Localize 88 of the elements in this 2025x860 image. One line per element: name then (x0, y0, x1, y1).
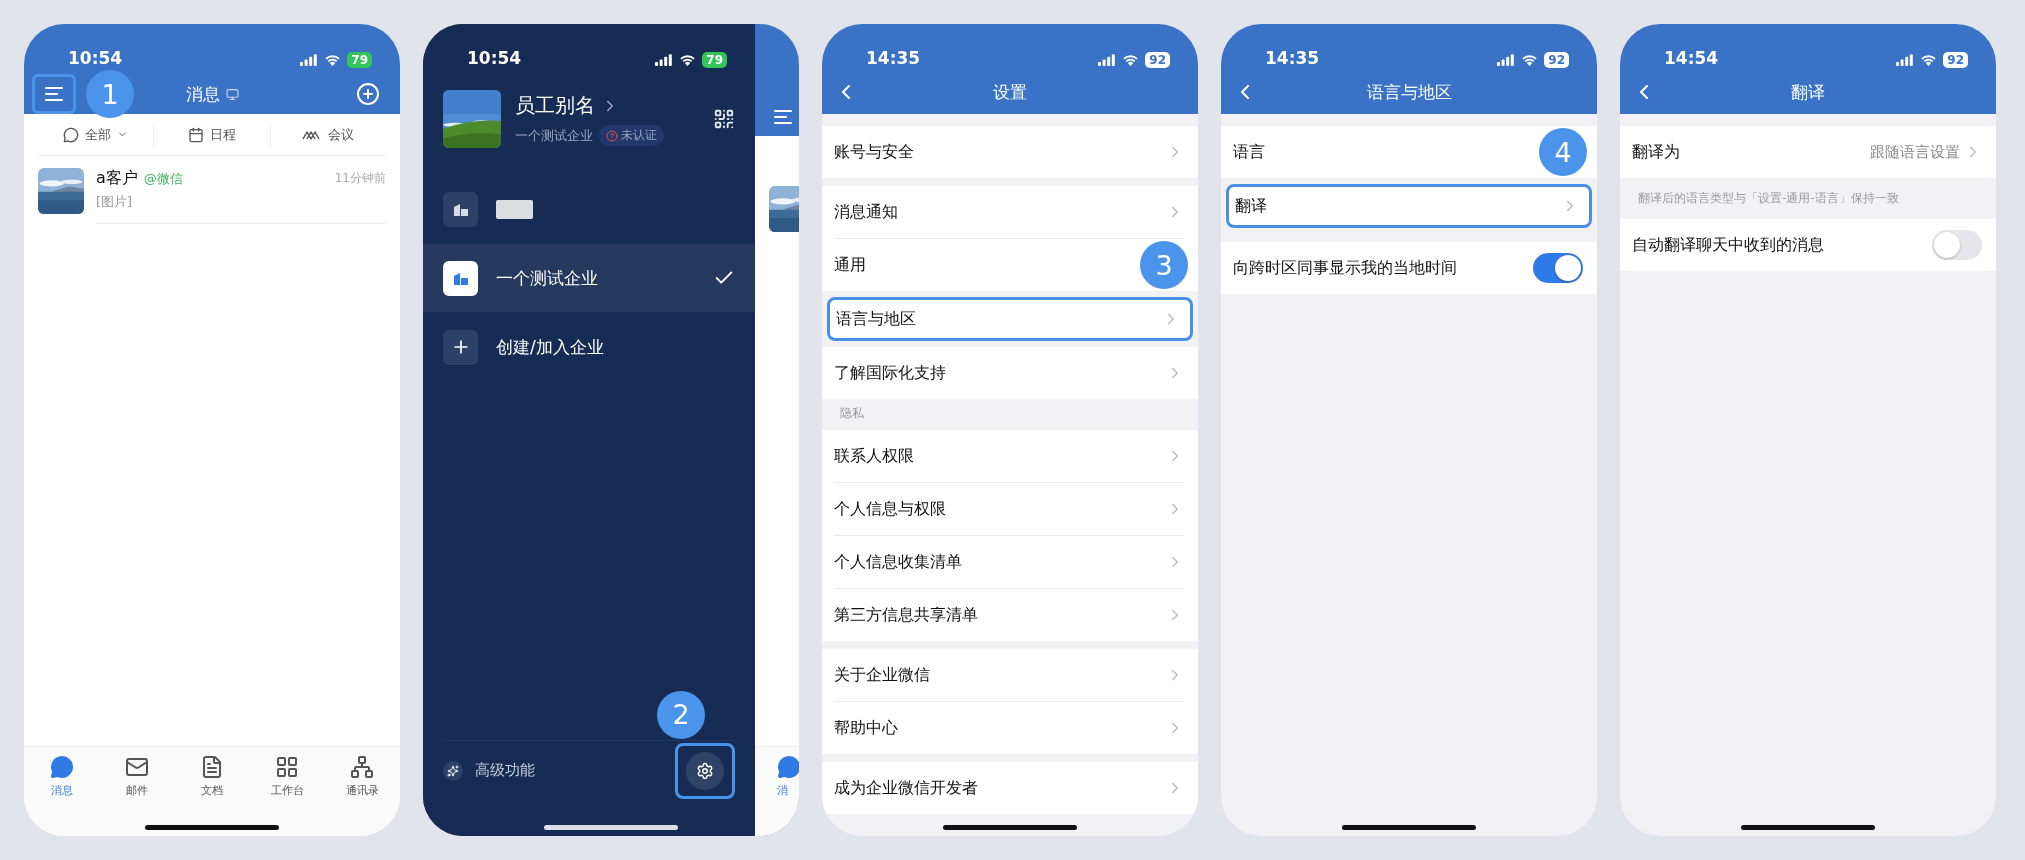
wifi-icon (1521, 54, 1539, 66)
calendar-icon (188, 126, 204, 143)
settings-row[interactable]: 翻译为 跟随语言设置 (1620, 126, 1996, 178)
row-value: 跟随语言设置 (1870, 142, 1960, 162)
settings-row[interactable]: 自动翻译聊天中收到的消息 (1620, 219, 1996, 271)
advanced-features-link[interactable]: 高级功能 (443, 760, 535, 781)
settings-row[interactable]: 个人信息收集清单 (822, 536, 1198, 588)
profile-name-link[interactable]: 员工别名 (515, 92, 619, 119)
chat-preview: [图片] (96, 193, 134, 211)
battery-level: 92 (1145, 52, 1170, 68)
battery-level: 92 (1544, 52, 1569, 68)
settings-row[interactable]: 联系人权限 (822, 430, 1198, 482)
step-badge: 2 (657, 690, 705, 739)
building-icon (452, 271, 469, 285)
screen-title: 设置 (993, 80, 1027, 104)
wifi-icon (1122, 54, 1140, 66)
screen-title: 语言与地区 (1366, 80, 1452, 104)
tab-item[interactable]: 文档 (174, 755, 250, 801)
question-icon (606, 129, 618, 142)
screen-title: 消息 (185, 82, 220, 106)
wifi-icon (679, 54, 697, 66)
signal-icon (1896, 54, 1915, 66)
org-chart-icon (350, 755, 375, 779)
qr-code-icon[interactable] (713, 108, 735, 130)
chat-name: a客户 (96, 168, 138, 189)
settings-button[interactable] (675, 742, 735, 799)
wifi-icon (1920, 54, 1938, 66)
settings-row[interactable]: 第三方信息共享清单 (822, 589, 1198, 641)
signal-icon (300, 54, 319, 66)
signal-icon (655, 54, 674, 66)
settings-row[interactable]: 帮助中心 (822, 702, 1198, 754)
toggle-switch[interactable] (1533, 253, 1583, 283)
section-header: 隐私 (839, 405, 865, 422)
menu-icon (45, 87, 63, 101)
battery-level: 79 (702, 52, 727, 68)
settings-row[interactable]: 账号与安全 (822, 126, 1198, 178)
hint-text: 翻译后的语言类型与「设置-通用-语言」保持一致 (1637, 190, 1900, 207)
status-time: 10:54 (68, 48, 123, 68)
envelope-icon (124, 755, 149, 779)
filter-tab[interactable]: 全部 (38, 122, 154, 147)
grid-icon (275, 755, 300, 779)
settings-row[interactable]: 翻译 (1226, 184, 1592, 228)
chat-bubble-icon (63, 126, 80, 143)
org-item[interactable]: 一个测试企业 (423, 244, 755, 312)
wifi-icon (324, 54, 342, 66)
settings-row[interactable]: 成为企业微信开发者 (822, 762, 1198, 814)
status-time: 14:35 (866, 48, 921, 68)
step-badge: 1 (86, 70, 134, 118)
signal-icon (1497, 54, 1516, 66)
battery-level: 92 (1943, 52, 1968, 68)
tab-label: 消 (777, 783, 789, 798)
step-badge: 3 (1140, 241, 1188, 289)
gear-icon (696, 761, 714, 780)
step-badge: 4 (1539, 128, 1587, 176)
status-time: 10:54 (467, 48, 522, 68)
status-time: 14:35 (1265, 48, 1320, 68)
toggle-switch[interactable] (1932, 230, 1982, 260)
settings-row[interactable]: 向跨时区同事显示我的当地时间 (1221, 242, 1597, 294)
tab-item[interactable]: 通讯录 (324, 755, 400, 801)
tab-item[interactable]: 邮件 (99, 755, 175, 801)
status-time: 14:54 (1664, 48, 1719, 68)
settings-row[interactable]: 了解国际化支持 (822, 347, 1198, 399)
status-badge: 未认证 (599, 125, 664, 146)
screen-title: 翻译 (1791, 80, 1825, 104)
company-name: 一个测试企业 (515, 126, 593, 145)
create-org-item[interactable]: 创建/加入企业 (423, 312, 755, 382)
monitor-icon (225, 87, 239, 101)
menu-button[interactable] (32, 74, 76, 114)
filter-tab[interactable]: 日程 (153, 122, 270, 147)
tab-item[interactable]: 工作台 (249, 755, 325, 801)
menu-icon (774, 110, 792, 124)
sparkle-icon (447, 764, 459, 777)
chat-source: @微信 (143, 169, 183, 188)
settings-row[interactable]: 语言与地区 (827, 297, 1193, 341)
settings-row[interactable]: 关于企业微信 (822, 649, 1198, 701)
chat-bubble-icon (777, 755, 799, 779)
building-icon (452, 202, 469, 216)
signal-icon (1098, 54, 1117, 66)
settings-row[interactable]: 通用 3 (822, 239, 1198, 291)
settings-row[interactable]: 消息通知 (822, 186, 1198, 238)
settings-row[interactable]: 个人信息与权限 (822, 483, 1198, 535)
chat-bubble-icon (49, 755, 74, 779)
document-icon (200, 755, 224, 779)
battery-level: 79 (347, 52, 372, 68)
chat-time: 11分钟前 (334, 170, 386, 187)
tab-item[interactable]: 消息 (24, 755, 100, 801)
filter-tab[interactable]: 会议 (269, 122, 386, 147)
settings-row[interactable]: 语言 4 (1221, 126, 1597, 178)
